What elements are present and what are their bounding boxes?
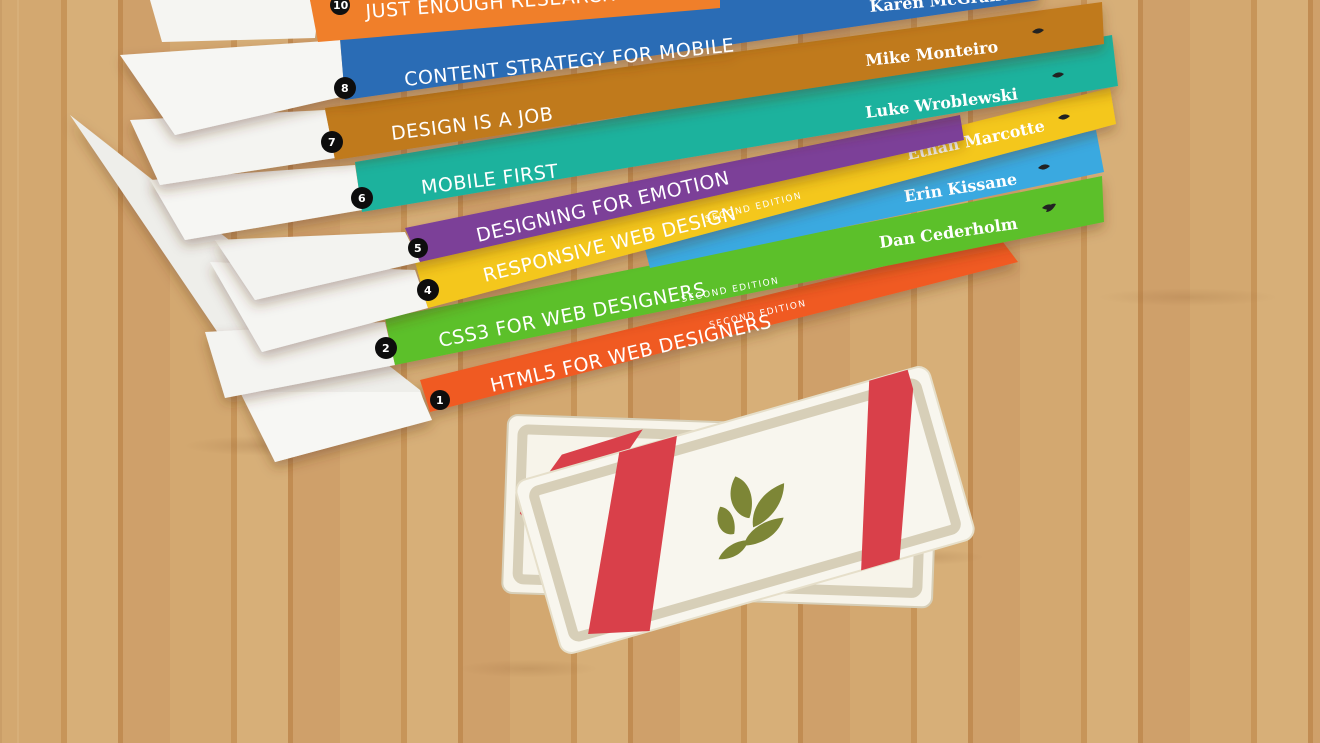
photo-scene: 1 HTML5 FOR WEB DESIGNERS SECOND EDITION… [0, 0, 1320, 743]
card-stack [501, 366, 975, 654]
book-5-number: 5 [414, 242, 422, 255]
book-1-number: 1 [436, 394, 444, 407]
front-card [515, 366, 975, 654]
book-6-number: 6 [358, 192, 366, 205]
book-10-number: 10 [333, 0, 349, 12]
book-8-number: 8 [341, 82, 349, 95]
book-stack: 1 HTML5 FOR WEB DESIGNERS SECOND EDITION… [70, 0, 1118, 654]
book-7-number: 7 [328, 136, 336, 149]
book-4-number: 4 [424, 284, 432, 297]
book-2-number: 2 [382, 342, 390, 355]
